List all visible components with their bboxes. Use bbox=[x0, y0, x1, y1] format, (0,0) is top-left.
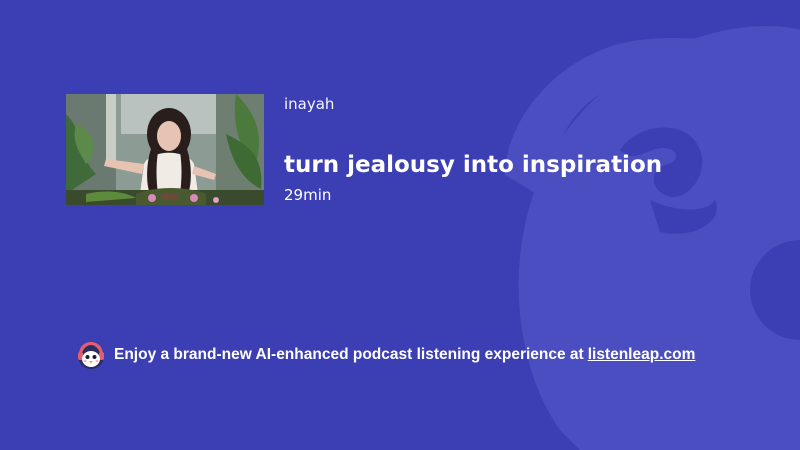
episode-title[interactable]: turn jealousy into inspiration bbox=[284, 150, 662, 180]
episode-thumbnail[interactable] bbox=[66, 94, 264, 205]
promo-banner: Enjoy a brand-new AI-enhanced podcast li… bbox=[76, 340, 695, 370]
promo-link[interactable]: listenleap.com bbox=[588, 345, 696, 365]
promo-text: Enjoy a brand-new AI-enhanced podcast li… bbox=[114, 346, 584, 363]
penguin-mascot-watermark-icon bbox=[505, 26, 800, 450]
channel-name[interactable]: inayah bbox=[284, 94, 334, 114]
penguin-mascot-icon bbox=[78, 342, 104, 369]
episode-duration: 29min bbox=[284, 186, 332, 204]
podcast-card: inayah turn jealousy into inspiration 29… bbox=[0, 0, 800, 450]
